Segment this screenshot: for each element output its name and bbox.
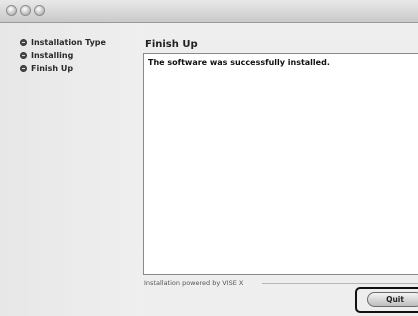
status-message: The software was successfully installed. (148, 58, 330, 67)
footer-divider (262, 283, 418, 284)
quit-button[interactable]: Quit (367, 292, 418, 307)
step-bullet-icon (20, 65, 27, 72)
step-finish-up: Finish Up (20, 62, 106, 75)
step-installation-type: Installation Type (20, 36, 106, 49)
title-bar (0, 0, 418, 23)
page-title: Finish Up (145, 39, 198, 50)
steps-list: Installation Type Installing Finish Up (20, 36, 106, 75)
step-label: Installation Type (31, 38, 106, 47)
step-label: Finish Up (31, 64, 74, 73)
message-panel: The software was successfully installed. (143, 53, 418, 275)
zoom-window-icon[interactable] (34, 5, 45, 16)
powered-by-label: Installation powered by VISE X (144, 279, 244, 287)
step-label: Installing (31, 51, 74, 60)
step-bullet-icon (20, 52, 27, 59)
step-bullet-icon (20, 39, 27, 46)
close-window-icon[interactable] (6, 5, 17, 16)
minimize-window-icon[interactable] (20, 5, 31, 16)
step-installing: Installing (20, 49, 106, 62)
installer-window: Installation Type Installing Finish Up F… (0, 0, 418, 316)
